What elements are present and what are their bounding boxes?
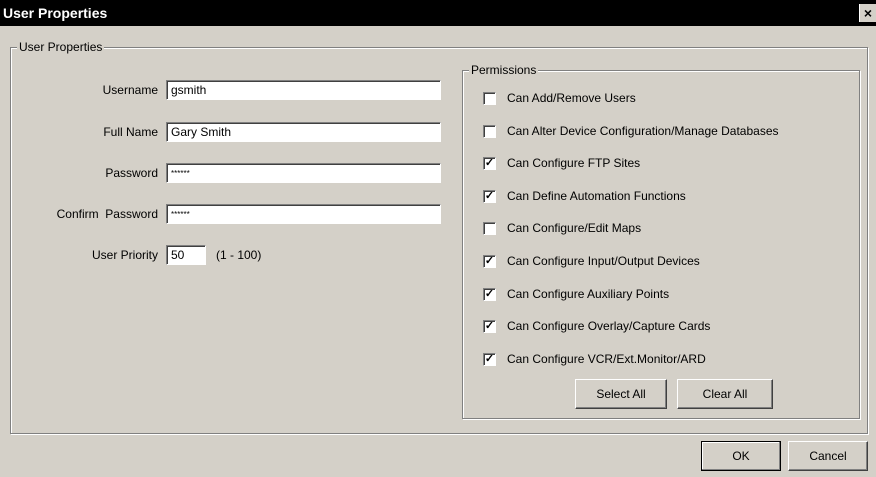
permission-label: Can Configure FTP Sites [507,156,641,170]
full-name-label: Full Name [103,125,158,139]
permission-label: Can Add/Remove Users [507,91,636,105]
title-bar: User Properties × [0,0,876,26]
confirm-password-field[interactable] [166,204,441,224]
user-priority-label: User Priority [91,248,158,262]
username-field[interactable] [166,80,441,100]
select-all-label: Select All [596,387,646,401]
user-priority-field[interactable] [166,245,206,265]
permission-label: Can Alter Device Configuration/Manage Da… [507,124,779,138]
permission-label: Can Configure Input/Output Devices [507,254,700,268]
permission-label: Can Define Automation Functions [507,189,686,203]
confirm-password-label: Confirm Password [56,207,158,221]
permission-checkbox[interactable] [483,92,496,105]
select-all-button[interactable]: Select All [575,379,667,409]
permission-label: Can Configure VCR/Ext.Monitor/ARD [507,352,706,366]
permission-checkbox[interactable]: ✓ [483,288,496,301]
permission-checkbox[interactable] [483,125,496,138]
password-label: Password [105,166,158,180]
password-field[interactable] [166,163,441,183]
permission-checkbox[interactable]: ✓ [483,157,496,170]
cancel-label: Cancel [809,449,847,463]
permission-checkbox[interactable]: ✓ [483,255,496,268]
username-label: Username [102,83,158,97]
ok-label: OK [732,449,750,463]
ok-button[interactable]: OK [701,441,781,471]
permission-checkbox[interactable]: ✓ [483,353,496,366]
permission-checkbox[interactable]: ✓ [483,190,496,203]
permission-checkbox[interactable] [483,222,496,235]
window-title: User Properties [3,5,108,21]
cancel-button[interactable]: Cancel [788,441,868,471]
permission-label: Can Configure/Edit Maps [507,221,642,235]
user-properties-group-label: User Properties [17,40,105,54]
permissions-group: Permissions [462,63,860,419]
permission-label: Can Configure Auxiliary Points [507,287,670,301]
full-name-field[interactable] [166,122,441,142]
permission-label: Can Configure Overlay/Capture Cards [507,319,711,333]
close-icon[interactable]: × [859,4,876,22]
permissions-group-label: Permissions [469,63,539,77]
clear-all-label: Clear All [702,387,748,401]
clear-all-button[interactable]: Clear All [677,379,773,409]
user-priority-range: (1 - 100) [216,248,262,262]
permission-checkbox[interactable]: ✓ [483,320,496,333]
